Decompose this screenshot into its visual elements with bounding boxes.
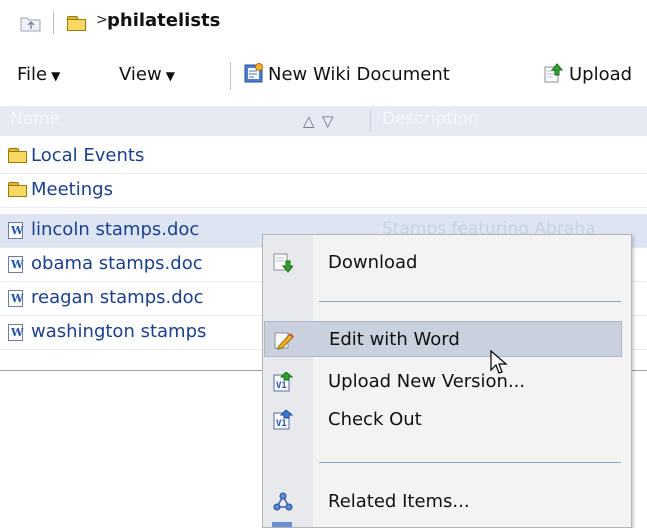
download-icon	[273, 253, 295, 273]
item-name[interactable]: obama stamps.doc	[31, 253, 203, 274]
folder-icon	[67, 16, 86, 31]
menu-item-upload-new-version[interactable]: V1 Upload New Version...	[264, 364, 622, 400]
item-name[interactable]: Local Events	[31, 145, 144, 166]
menu-item-label: Edit with Word	[329, 329, 460, 350]
menu-item-label: Download	[328, 252, 418, 273]
file-menu-button[interactable]: File ▼	[17, 64, 60, 85]
chevron-down-icon: ▼	[165, 69, 175, 83]
context-menu: Download Edit with Word V1 Upload New Ve…	[262, 234, 632, 528]
new-wiki-document-button[interactable]: New Wiki Document	[268, 64, 450, 85]
upload-label: Upload	[569, 64, 633, 85]
toolbar: File ▼ View ▼ New Wiki Document Upload	[0, 48, 647, 90]
menu-item-label: Related Items...	[328, 491, 470, 512]
related-items-icon	[273, 492, 293, 512]
list-item[interactable]: Local Events	[0, 140, 647, 174]
item-name[interactable]: Meetings	[31, 179, 113, 200]
menu-item-label: Check Out	[328, 409, 422, 430]
menu-item-edit-with-word[interactable]: Edit with Word	[264, 321, 622, 357]
mouse-cursor-icon	[490, 349, 508, 380]
item-name[interactable]: lincoln stamps.doc	[31, 219, 199, 240]
upload-icon[interactable]	[543, 63, 564, 87]
breadcrumb: > philatelists	[0, 0, 647, 42]
version-upload-icon: V1	[273, 371, 294, 392]
svg-text:V1: V1	[276, 419, 287, 429]
word-document-icon: W	[8, 256, 23, 273]
sort-descending-icon[interactable]: ▽	[322, 112, 334, 130]
file-menu-label: File	[17, 64, 48, 85]
word-document-icon: W	[8, 290, 23, 307]
folder-icon	[8, 148, 27, 163]
word-document-icon: W	[8, 222, 23, 239]
new-wiki-document-label: New Wiki Document	[268, 64, 450, 85]
column-header-name[interactable]: Name	[10, 109, 60, 129]
sort-ascending-icon[interactable]: △	[303, 112, 315, 130]
menu-item-related-items[interactable]: Related Items...	[264, 484, 622, 520]
view-menu-button[interactable]: View ▼	[119, 64, 175, 85]
item-name[interactable]: reagan stamps.doc	[31, 287, 204, 308]
breadcrumb-separator: >	[96, 12, 108, 28]
new-wiki-document-icon[interactable]	[244, 63, 264, 87]
menu-item-download[interactable]: Download	[264, 245, 622, 281]
menu-next-item-icon	[272, 522, 292, 527]
column-header: Name △ ▽ Description	[0, 106, 647, 136]
menu-separator	[319, 462, 621, 463]
menu-item-check-out[interactable]: V1 Check Out	[264, 402, 622, 438]
list-item[interactable]: Meetings	[0, 174, 647, 208]
breadcrumb-divider	[53, 12, 54, 34]
upload-button[interactable]: Upload	[569, 64, 632, 85]
svg-text:V1: V1	[276, 381, 287, 391]
folder-icon	[8, 182, 27, 197]
view-menu-label: View	[119, 64, 162, 85]
word-document-icon: W	[8, 324, 23, 341]
edit-pencil-icon	[274, 330, 294, 350]
menu-separator	[319, 301, 621, 302]
check-out-icon: V1	[273, 409, 294, 430]
chevron-down-icon: ▼	[51, 69, 61, 83]
column-divider[interactable]	[370, 110, 371, 132]
folder-up-icon[interactable]	[20, 13, 42, 33]
item-name[interactable]: washington stamps	[31, 321, 206, 342]
column-header-description[interactable]: Description	[382, 109, 479, 129]
toolbar-divider	[230, 62, 231, 90]
breadcrumb-current-folder[interactable]: philatelists	[107, 10, 220, 31]
